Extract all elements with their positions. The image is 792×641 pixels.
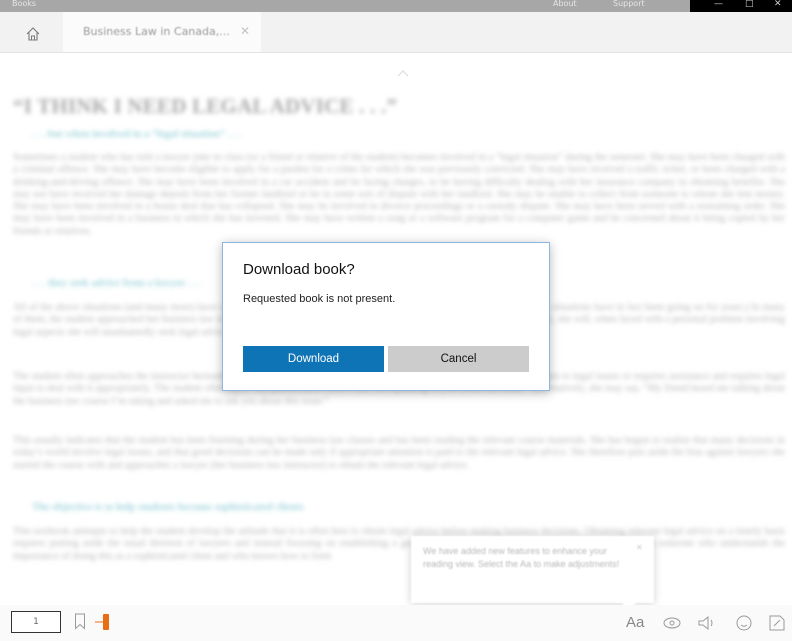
paragraph: This textbook attempts to help the stude… (13, 526, 785, 562)
notes-icon[interactable] (766, 613, 788, 633)
page-number-input[interactable]: 1 (11, 611, 61, 633)
close-window-button[interactable]: ✕ (774, 0, 782, 9)
dialog-title: Download book? (243, 261, 355, 278)
chevron-up-icon[interactable] (396, 68, 410, 78)
home-icon[interactable] (25, 26, 41, 42)
section-heading: . . . but when involved in a “legal situ… (32, 129, 241, 140)
section-heading: The objective is to help students become… (32, 502, 304, 513)
paragraph: This usually indicates that the student … (13, 435, 785, 471)
support-link[interactable]: Support (613, 0, 645, 8)
text-options-icon[interactable]: Aa (626, 614, 644, 631)
tip-close-icon[interactable]: ✕ (636, 543, 643, 552)
emoji-icon[interactable] (733, 613, 755, 633)
dialog-message: Requested book is not present. (243, 293, 396, 305)
chapter-title: “I THINK I NEED LEGAL ADVICE . . .” (13, 94, 398, 118)
download-button[interactable]: Download (243, 346, 384, 372)
feature-tip: We have added new features to enhance yo… (411, 536, 654, 611)
app-title: Books (12, 0, 37, 8)
title-bar: Books About Support — □ ✕ (0, 0, 792, 12)
about-link[interactable]: About (553, 0, 577, 8)
maximize-button[interactable]: □ (745, 0, 754, 9)
section-heading: . . . they seek advice from a lawyer . .… (32, 278, 202, 289)
download-dialog: Download book? Requested book is not pre… (222, 242, 550, 391)
cancel-button[interactable]: Cancel (388, 346, 529, 372)
paragraph: Sometimes a student who has told a lawye… (13, 152, 785, 237)
bookmark-icon[interactable] (74, 613, 86, 630)
window-controls: — □ ✕ (690, 0, 792, 12)
reader-toolbar: 1 Aa (0, 605, 792, 641)
minimize-button[interactable]: — (714, 0, 723, 9)
tab-label: Business Law in Canada,... (83, 25, 230, 38)
tab-bar: Business Law in Canada,... ✕ (0, 12, 792, 53)
tab-close-icon[interactable]: ✕ (240, 24, 250, 38)
progress-slider-handle[interactable] (103, 614, 109, 630)
tab-book[interactable]: Business Law in Canada,... ✕ (63, 12, 261, 52)
read-aloud-icon[interactable] (661, 613, 683, 633)
volume-icon[interactable] (696, 613, 718, 633)
feature-tip-text: We have added new features to enhance yo… (423, 546, 620, 569)
